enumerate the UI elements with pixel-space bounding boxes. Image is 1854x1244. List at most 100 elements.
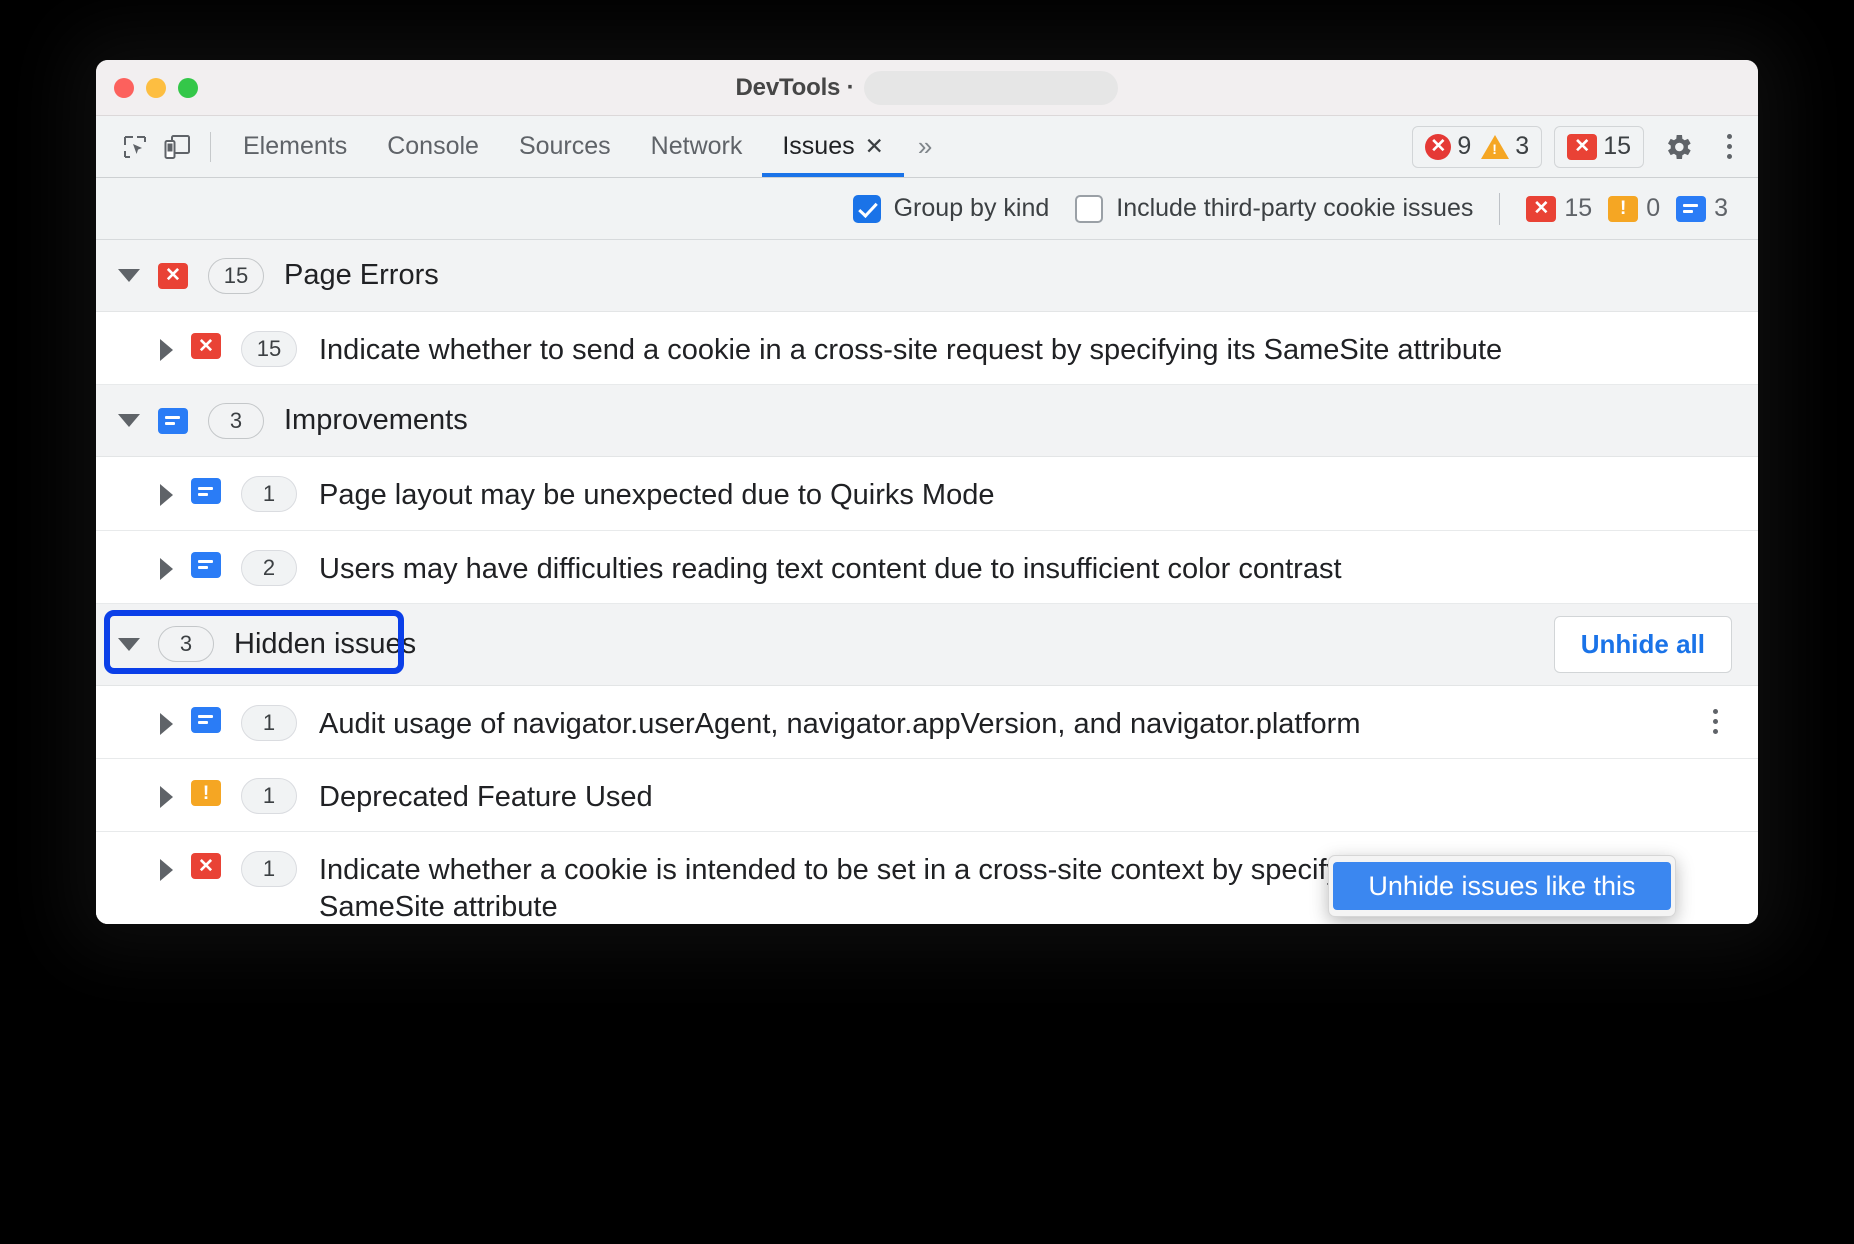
issue-error-icon: ✕ xyxy=(191,333,221,359)
tab-network[interactable]: Network xyxy=(631,116,763,177)
chevron-right-icon[interactable] xyxy=(160,339,173,361)
unhide-all-button[interactable]: Unhide all xyxy=(1554,616,1732,673)
issues-count-badge[interactable]: ✕ 15 xyxy=(1554,126,1644,168)
issue-improvement-icon xyxy=(191,552,221,578)
devtools-window: DevTools · Elem xyxy=(96,60,1758,924)
close-icon[interactable]: ✕ xyxy=(865,135,884,158)
tabbar-right-controls: ✕ 9 3 ✕ 15 xyxy=(1412,125,1746,169)
issue-count-badge: 1 xyxy=(241,476,297,512)
counter-warnings-value: 0 xyxy=(1646,194,1660,223)
issue-error-icon: ✕ xyxy=(1526,196,1556,222)
include-third-party-label: Include third-party cookie issues xyxy=(1116,194,1473,223)
error-count: 9 xyxy=(1457,132,1471,161)
window-title-wrap: DevTools · xyxy=(96,60,1758,115)
issue-row[interactable]: ! 1 Deprecated Feature Used xyxy=(96,759,1758,832)
issue-kind-counters: ✕ 15 ! 0 3 xyxy=(1526,194,1728,223)
group-header-improvements[interactable]: 3 Improvements xyxy=(96,385,1758,457)
group-by-kind-label: Group by kind xyxy=(894,194,1050,223)
close-window-button[interactable] xyxy=(114,78,134,98)
include-third-party-checkbox[interactable]: Include third-party cookie issues xyxy=(1075,194,1473,223)
chevron-right-icon[interactable] xyxy=(160,786,173,808)
counter-errors[interactable]: ✕ 15 xyxy=(1526,194,1592,223)
issues-count: 15 xyxy=(1603,132,1631,161)
console-counts-badge[interactable]: ✕ 9 3 xyxy=(1412,126,1542,168)
warning-count: 3 xyxy=(1515,132,1529,161)
gear-icon[interactable] xyxy=(1656,125,1700,169)
chevron-down-icon[interactable] xyxy=(118,414,140,427)
issue-row[interactable]: 1 Page layout may be unexpected due to Q… xyxy=(96,457,1758,530)
issue-row[interactable]: 1 Audit usage of navigator.userAgent, na… xyxy=(96,686,1758,759)
chevron-right-icon[interactable] xyxy=(160,484,173,506)
window-title: DevTools · xyxy=(736,74,855,102)
group-count-badge: 15 xyxy=(208,258,264,294)
issue-improvement-icon xyxy=(158,408,188,434)
issue-improvement-icon xyxy=(191,707,221,733)
error-count-item: ✕ 9 xyxy=(1425,132,1471,161)
group-count-badge: 3 xyxy=(208,403,264,439)
group-header-hidden-issues[interactable]: 3 Hidden issues Unhide all xyxy=(96,604,1758,686)
chevron-right-icon[interactable] xyxy=(160,558,173,580)
more-options-kebab-icon[interactable] xyxy=(1712,125,1746,169)
traffic-lights xyxy=(114,78,198,98)
redacted-title-url xyxy=(864,71,1118,105)
chevron-right-icon[interactable] xyxy=(160,713,173,735)
devtools-tabbar: Elements Console Sources Network Issues … xyxy=(96,116,1758,178)
tab-elements[interactable]: Elements xyxy=(223,116,367,177)
screenshot-stage: DevTools · Elem xyxy=(0,0,1854,1244)
issue-title: Users may have difficulties reading text… xyxy=(319,551,1342,587)
issue-warning-icon: ! xyxy=(191,780,221,806)
row-more-options-kebab-icon[interactable] xyxy=(1698,700,1732,744)
issue-error-icon: ✕ xyxy=(158,263,188,289)
tab-issues-label: Issues xyxy=(782,132,854,161)
issue-improvement-icon xyxy=(1676,196,1706,222)
issue-warning-icon: ! xyxy=(1608,196,1638,222)
counter-improvements-value: 3 xyxy=(1714,194,1728,223)
counter-errors-value: 15 xyxy=(1564,194,1592,223)
device-toolbar-icon[interactable] xyxy=(156,126,198,168)
issues-count-item: ✕ 15 xyxy=(1567,132,1631,161)
issues-tree: ✕ 15 Page Errors ✕ 15 Indicate whether t… xyxy=(96,240,1758,924)
issue-title: Indicate whether to send a cookie in a c… xyxy=(319,332,1502,368)
warning-count-item: 3 xyxy=(1481,132,1529,161)
group-title-hidden-issues: Hidden issues xyxy=(234,628,416,661)
issue-title: Page layout may be unexpected due to Qui… xyxy=(319,477,994,513)
tab-list: Elements Console Sources Network Issues … xyxy=(223,116,904,177)
chevron-down-icon[interactable] xyxy=(118,269,140,282)
context-menu-item-unhide-issues-like-this[interactable]: Unhide issues like this xyxy=(1333,862,1671,910)
chevron-right-icon[interactable] xyxy=(160,859,173,881)
checkbox-unchecked-icon[interactable] xyxy=(1075,195,1103,223)
group-title-page-errors: Page Errors xyxy=(284,259,439,292)
issue-count-badge: 1 xyxy=(241,705,297,741)
tab-console-label: Console xyxy=(387,132,479,161)
issue-error-icon: ✕ xyxy=(1567,134,1597,160)
tab-sources[interactable]: Sources xyxy=(499,116,631,177)
inspect-element-icon[interactable] xyxy=(114,126,156,168)
tabbar-divider xyxy=(210,132,211,162)
filterbar-divider xyxy=(1499,193,1500,225)
issue-count-badge: 2 xyxy=(241,550,297,586)
checkbox-checked-icon[interactable] xyxy=(853,195,881,223)
group-title-improvements: Improvements xyxy=(284,404,468,437)
counter-improvements[interactable]: 3 xyxy=(1676,194,1728,223)
zoom-window-button[interactable] xyxy=(178,78,198,98)
tab-issues[interactable]: Issues ✕ xyxy=(762,116,904,177)
issue-title: Audit usage of navigator.userAgent, navi… xyxy=(319,706,1360,742)
context-menu: Unhide issues like this xyxy=(1328,855,1676,917)
issue-count-badge: 1 xyxy=(241,778,297,814)
group-by-kind-checkbox[interactable]: Group by kind xyxy=(853,194,1050,223)
minimize-window-button[interactable] xyxy=(146,78,166,98)
tab-sources-label: Sources xyxy=(519,132,611,161)
issue-row[interactable]: ✕ 15 Indicate whether to send a cookie i… xyxy=(96,312,1758,385)
tab-network-label: Network xyxy=(651,132,743,161)
group-count-badge: 3 xyxy=(158,626,214,662)
chevron-down-icon[interactable] xyxy=(118,638,140,651)
issue-error-icon: ✕ xyxy=(191,853,221,879)
window-titlebar: DevTools · xyxy=(96,60,1758,116)
tab-elements-label: Elements xyxy=(243,132,347,161)
chevron-double-right-icon[interactable]: » xyxy=(904,131,944,162)
group-header-page-errors[interactable]: ✕ 15 Page Errors xyxy=(96,240,1758,312)
error-circle-icon: ✕ xyxy=(1425,134,1451,160)
issue-row[interactable]: 2 Users may have difficulties reading te… xyxy=(96,531,1758,604)
counter-warnings[interactable]: ! 0 xyxy=(1608,194,1660,223)
tab-console[interactable]: Console xyxy=(367,116,499,177)
